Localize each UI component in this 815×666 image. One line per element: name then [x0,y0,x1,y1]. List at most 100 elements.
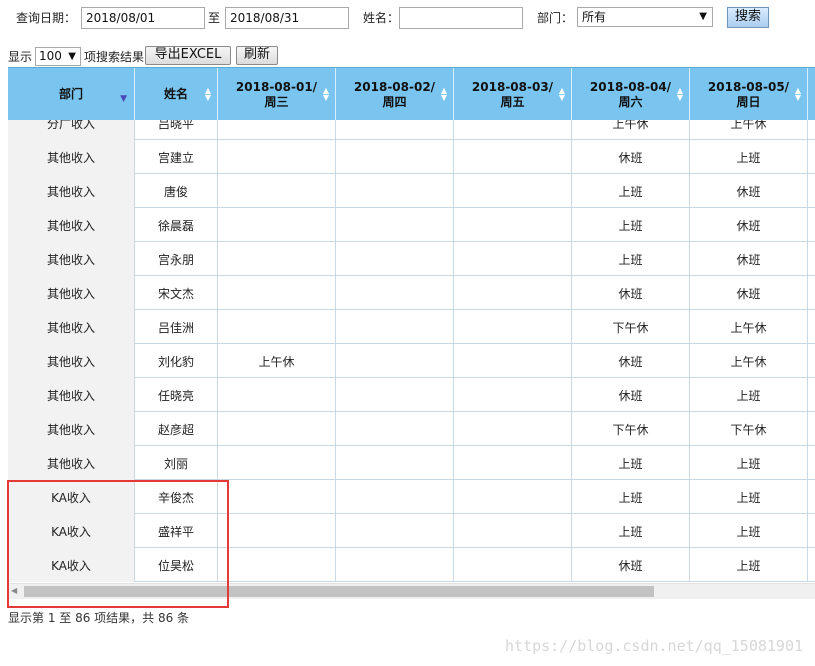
cell-schedule: 休班 [690,208,808,242]
cell-schedule: 上班 [572,480,690,514]
cell-schedule: 上午休 [218,344,336,378]
cell-schedule [218,446,336,480]
cell-schedule [336,446,454,480]
cell-dept: 其他收入 [8,140,135,174]
table-row[interactable]: 其他收入 宋文杰 休班 休班 [8,276,815,310]
cell-schedule: 下午休 [572,412,690,446]
table-row[interactable]: 其他收入 徐晨磊 上班 休班 [8,208,815,242]
result-label: 项搜索结果 [84,50,145,64]
cell-schedule [454,344,572,378]
cell-name: 刘丽 [135,446,218,480]
cell-name: 宋文杰 [135,276,218,310]
cell-schedule: 上班 [572,174,690,208]
cell-schedule: 下午休 [690,412,808,446]
dept-select[interactable]: 所有 ▼ [577,7,713,27]
date-from-input[interactable]: 2018/08/01 [81,7,205,29]
highlight-box [7,480,229,608]
table-row[interactable]: 其他收入 吕佳洲 下午休 上午休 [8,310,815,344]
name-input[interactable] [399,7,523,29]
cell-schedule: 上班 [690,480,808,514]
cell-schedule [218,242,336,276]
export-excel-button[interactable]: 导出EXCEL [145,46,231,65]
cell-schedule: 上午休 [690,344,808,378]
cell-schedule [454,378,572,412]
cell-schedule [336,208,454,242]
cell-schedule [218,276,336,310]
sort-desc-icon: ▼ [120,94,127,104]
cell-dept: 其他收入 [8,446,135,480]
column-header-dept[interactable]: 部门 ▼ [8,68,135,121]
cell-schedule [454,208,572,242]
cell-schedule: 上午休 [572,120,690,140]
table-row[interactable]: 分广收入 吕晓平 上午休 上午休 [8,120,815,140]
cell-schedule: 休班 [690,174,808,208]
cell-schedule [218,310,336,344]
sort-icon: ▲ ▼ [558,86,565,102]
cell-dept: 其他收入 [8,208,135,242]
page-size-select[interactable]: 100 ▼ [35,47,81,66]
column-header-name[interactable]: 姓名 ▲ ▼ [135,68,218,121]
sort-icon: ▲ ▼ [322,86,329,102]
cell-schedule: 休班 [572,548,690,582]
search-button[interactable]: 搜索 [727,7,769,28]
cell-name: 吕佳洲 [135,310,218,344]
cell-name: 刘化豹 [135,344,218,378]
cell-schedule: 上班 [690,140,808,174]
cell-name: 唐俊 [135,174,218,208]
cell-schedule [336,174,454,208]
cell-schedule: 上午休 [690,120,808,140]
cell-name: 宫永朋 [135,242,218,276]
cell-schedule [218,514,336,548]
cell-schedule: 上班 [690,548,808,582]
cell-dept: 其他收入 [8,310,135,344]
cell-schedule: 休班 [690,242,808,276]
date-to-input[interactable]: 2018/08/31 [225,7,349,29]
cell-schedule [218,120,336,140]
cell-schedule: 上班 [572,208,690,242]
watermark: https://blog.csdn.net/qq_15081901 [504,637,803,655]
chevron-down-icon: ▼ [68,51,76,62]
column-header-date-2[interactable]: 2018-08-02/周四 ▲ ▼ [336,68,454,121]
cell-name: 任晓亮 [135,378,218,412]
table-row[interactable]: 其他收入 刘丽 上班 上班 [8,446,815,480]
table-row[interactable]: 其他收入 任晓亮 休班 上班 [8,378,815,412]
cell-schedule [218,412,336,446]
cell-schedule [218,140,336,174]
cell-schedule [454,548,572,582]
cell-schedule [454,120,572,140]
table-row[interactable]: 其他收入 宫建立 休班 上班 [8,140,815,174]
table-row[interactable]: 其他收入 刘化豹 上午休 休班 上午休 [8,344,815,378]
column-header-date-3[interactable]: 2018-08-03/周五 ▲ ▼ [454,68,572,121]
cell-schedule [336,310,454,344]
cell-dept: 其他收入 [8,276,135,310]
cell-schedule [336,548,454,582]
column-header-date-5[interactable]: 2018-08-05/周日 ▲ ▼ [690,68,808,121]
sort-icon: ▲ ▼ [204,86,211,102]
sort-icon: ▲ ▼ [440,86,447,102]
cell-schedule: 上班 [572,514,690,548]
cell-dept: 其他收入 [8,344,135,378]
cell-schedule [218,548,336,582]
cell-name: 吕晓平 [135,120,218,140]
cell-schedule: 上班 [572,446,690,480]
column-header-date-1[interactable]: 2018-08-01/周三 ▲ ▼ [218,68,336,121]
cell-schedule: 上班 [572,242,690,276]
cell-schedule [336,378,454,412]
table-row[interactable]: 其他收入 赵彦超 下午休 下午休 [8,412,815,446]
refresh-button[interactable]: 刷新 [236,46,278,65]
cell-schedule [336,242,454,276]
cell-schedule [336,344,454,378]
sort-icon: ▲ ▼ [794,86,801,102]
cell-schedule [336,480,454,514]
cell-schedule: 休班 [572,378,690,412]
cell-dept: 分广收入 [8,120,135,140]
table-row[interactable]: 其他收入 宫永朋 上班 休班 [8,242,815,276]
page-size-value: 100 [39,49,62,63]
cell-schedule [218,480,336,514]
column-header-date-4[interactable]: 2018-08-04/周六 ▲ ▼ [572,68,690,121]
date-to-label: 至 [208,11,221,25]
cell-dept: 其他收入 [8,174,135,208]
table-row[interactable]: 其他收入 唐俊 上班 休班 [8,174,815,208]
cell-name: 徐晨磊 [135,208,218,242]
cell-schedule [454,446,572,480]
